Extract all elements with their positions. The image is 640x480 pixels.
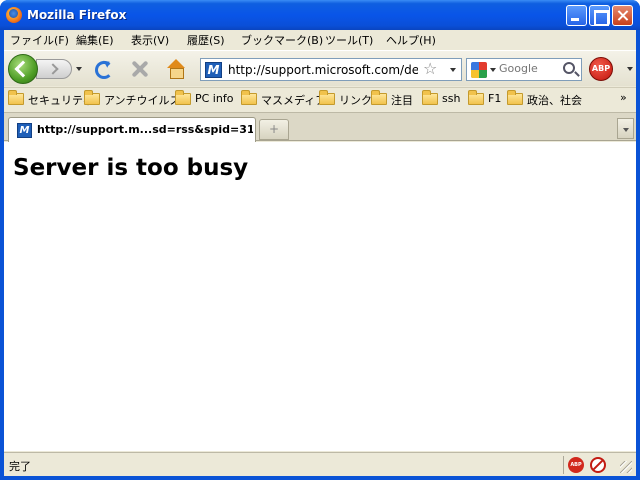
bookmark-label: F1 — [488, 92, 502, 105]
page-heading: Server is too busy — [13, 155, 249, 181]
browser-client-area: ファイル(F) 編集(E) 表示(V) 履歴(S) ブックマーク(B) ツール(… — [4, 30, 636, 476]
folder-icon — [371, 90, 387, 105]
new-tab-button[interactable]: + — [259, 119, 289, 140]
bookmark-label: PC info — [195, 92, 234, 105]
menu-edit[interactable]: 編集(E) — [76, 32, 114, 48]
folder-icon — [84, 90, 100, 105]
tab-title: http://support.m...sd=rss&spid=3198 — [37, 123, 253, 136]
menu-bookmarks[interactable]: ブックマーク(B) — [241, 32, 323, 48]
status-bar: 完了 ABP — [4, 452, 636, 476]
status-noscript-icon[interactable] — [590, 457, 606, 473]
menu-history[interactable]: 履歴(S) — [187, 32, 225, 48]
folder-icon — [8, 90, 24, 105]
folder-icon — [175, 90, 191, 105]
bookmark-folder-featured[interactable]: 注目 — [371, 90, 413, 108]
menu-view[interactable]: 表示(V) — [131, 32, 169, 48]
menu-file[interactable]: ファイル(F) — [10, 32, 69, 48]
bookmark-label: ssh — [442, 92, 461, 105]
menu-tools[interactable]: ツール(T) — [325, 32, 373, 48]
bookmark-label: 政治、社会 — [527, 94, 582, 107]
bookmark-folder-politics[interactable]: 政治、社会 — [507, 90, 582, 108]
list-all-tabs-button[interactable] — [617, 118, 634, 139]
bookmarks-toolbar: セキュリティ アンチウイルス PC info マスメディア リンク 注目 ssh… — [4, 87, 636, 111]
status-divider — [563, 456, 564, 474]
reload-icon[interactable] — [92, 58, 114, 80]
folder-icon — [468, 90, 484, 105]
tab-active[interactable]: M http://support.m...sd=rss&spid=3198 — [8, 117, 256, 142]
bookmark-folder-ssh[interactable]: ssh — [422, 90, 461, 108]
folder-icon — [507, 90, 523, 105]
folder-icon — [241, 90, 257, 105]
adblock-dropdown-icon[interactable] — [627, 67, 633, 71]
back-forward-group — [8, 54, 84, 84]
bookmark-folder-antivirus[interactable]: アンチウイルス — [84, 90, 181, 108]
bookmark-folder-security[interactable]: セキュリティ — [8, 90, 93, 108]
folder-icon — [319, 90, 335, 105]
bookmark-label: リンク — [339, 94, 372, 107]
resize-grip[interactable] — [620, 461, 632, 473]
home-icon[interactable] — [165, 58, 187, 80]
menu-help[interactable]: ヘルプ(H) — [386, 32, 436, 48]
page-content: Server is too busy — [4, 142, 636, 451]
firefox-logo-icon — [6, 7, 22, 23]
folder-icon — [422, 90, 438, 105]
site-favicon-icon: M — [205, 62, 222, 78]
title-bar[interactable]: Mozilla Firefox — [0, 0, 640, 30]
history-dropdown-icon[interactable] — [76, 67, 82, 71]
browser-window: Mozilla Firefox ファイル(F) 編集(E) 表示(V) 履歴(S… — [0, 0, 640, 480]
search-bar[interactable] — [466, 58, 582, 81]
forward-button[interactable] — [36, 59, 72, 79]
navigation-toolbar: M http://support.microsoft.com/default ☆… — [4, 50, 636, 86]
bookmarks-overflow-chevron-icon[interactable]: » — [620, 91, 627, 104]
bookmark-label: 注目 — [391, 94, 413, 107]
back-button[interactable] — [8, 54, 38, 84]
menu-bar: ファイル(F) 編集(E) 表示(V) 履歴(S) ブックマーク(B) ツール(… — [4, 30, 636, 49]
close-button[interactable] — [612, 5, 633, 26]
search-magnifier-icon[interactable] — [563, 62, 575, 74]
url-text[interactable]: http://support.microsoft.com/default — [228, 63, 418, 77]
adblock-plus-button[interactable]: ABP — [589, 57, 613, 81]
search-engine-icon[interactable] — [471, 62, 487, 78]
search-engine-dropdown-icon[interactable] — [490, 68, 496, 72]
bookmark-folder-mass-media[interactable]: マスメディア — [241, 90, 327, 108]
bookmark-star-icon[interactable]: ☆ — [423, 60, 437, 78]
tab-favicon-icon: M — [17, 123, 32, 138]
tab-strip: M http://support.m...sd=rss&spid=3198 + — [4, 112, 636, 142]
stop-icon[interactable] — [129, 58, 151, 80]
url-dropdown-icon[interactable] — [450, 68, 456, 72]
bookmark-folder-pc-info[interactable]: PC info — [175, 90, 234, 108]
bookmark-label: マスメディア — [261, 94, 327, 107]
bookmark-folder-links[interactable]: リンク — [319, 90, 372, 108]
window-title: Mozilla Firefox — [27, 8, 127, 22]
bookmark-folder-f1[interactable]: F1 — [468, 90, 502, 108]
status-text: 完了 — [9, 460, 31, 473]
url-bar[interactable]: M http://support.microsoft.com/default ☆ — [200, 58, 462, 81]
bookmark-label: アンチウイルス — [104, 94, 181, 107]
search-input[interactable] — [499, 62, 557, 75]
minimize-button[interactable] — [566, 5, 587, 26]
maximize-button[interactable] — [589, 5, 610, 26]
status-adblock-icon[interactable]: ABP — [568, 457, 584, 473]
